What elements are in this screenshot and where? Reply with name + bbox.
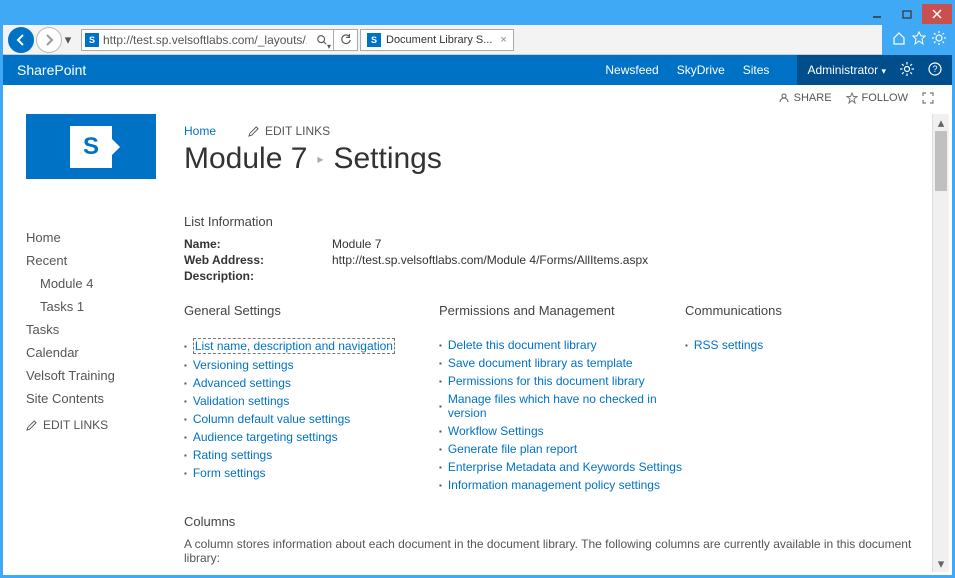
home-icon[interactable] <box>892 31 906 48</box>
link-rating[interactable]: Rating settings <box>193 448 272 462</box>
link-rss-settings[interactable]: RSS settings <box>694 338 763 352</box>
refresh-button[interactable] <box>334 29 358 51</box>
settings-gear-icon[interactable] <box>900 62 914 79</box>
name-label: Name: <box>184 237 332 251</box>
minimize-button[interactable] <box>862 4 892 24</box>
browser-toolbar: ▾ S ▾ S Document Library S... × <box>3 25 952 55</box>
link-file-plan[interactable]: Generate file plan report <box>448 442 577 456</box>
name-value: Module 7 <box>332 237 381 251</box>
link-validation[interactable]: Validation settings <box>193 394 290 408</box>
general-settings-heading: General Settings <box>184 303 439 318</box>
maximize-button[interactable] <box>892 4 922 24</box>
chevron-right-icon: ▸ <box>317 152 323 166</box>
site-logo[interactable]: S <box>26 114 156 179</box>
user-menu[interactable]: Administrator ▾ <box>807 63 886 77</box>
link-versioning[interactable]: Versioning settings <box>193 358 294 372</box>
brand-label: SharePoint <box>17 62 86 78</box>
title-settings: Settings <box>333 142 441 176</box>
leftnav-edit-links[interactable]: EDIT LINKS <box>26 418 174 432</box>
link-advanced[interactable]: Advanced settings <box>193 376 291 390</box>
window-titlebar <box>3 3 952 25</box>
leftnav-tasks[interactable]: Tasks <box>26 318 174 341</box>
sharepoint-favicon-icon: S <box>85 33 99 47</box>
pencil-icon <box>26 420 37 431</box>
leftnav-site-contents[interactable]: Site Contents <box>26 387 174 410</box>
leftnav-tasks1[interactable]: Tasks 1 <box>26 295 174 318</box>
link-list-name-desc-nav[interactable]: List name, description and navigation <box>193 338 395 354</box>
columns-section: Columns A column stores information abou… <box>184 514 922 572</box>
leftnav-velsoft-training[interactable]: Velsoft Training <box>26 364 174 387</box>
content-area: S Home EDIT LINKS Module 7 ▸ Settings <box>6 114 949 572</box>
window-frame: ▾ S ▾ S Document Library S... × SharePoi… <box>0 0 955 578</box>
topnav-home[interactable]: Home <box>184 124 216 138</box>
link-save-template[interactable]: Save document library as template <box>448 356 633 370</box>
link-permissions[interactable]: Permissions for this document library <box>448 374 645 388</box>
link-audience-targeting[interactable]: Audience targeting settings <box>193 430 338 444</box>
page-title: Module 7 ▸ Settings <box>184 142 949 176</box>
sharepoint-logo-icon: S <box>70 126 112 168</box>
leftnav-module4[interactable]: Module 4 <box>26 272 174 295</box>
back-button[interactable] <box>8 27 34 53</box>
left-nav: Home Recent Module 4 Tasks 1 Tasks Calen… <box>6 214 184 572</box>
list-info-heading: List Information <box>184 214 922 229</box>
perms-mgmt-heading: Permissions and Management <box>439 303 685 318</box>
description-label: Description: <box>184 269 332 283</box>
columns-desc: A column stores information about each d… <box>184 537 922 565</box>
browser-tab[interactable]: S Document Library S... × <box>360 29 514 51</box>
link-manage-no-checkedin[interactable]: Manage files which have no checked in ve… <box>448 392 685 420</box>
link-enterprise-metadata[interactable]: Enterprise Metadata and Keywords Setting… <box>448 460 682 474</box>
leftnav-home[interactable]: Home <box>26 226 174 249</box>
svg-text:?: ? <box>932 64 937 74</box>
settings-grid: General Settings List name, description … <box>184 303 922 496</box>
link-info-policy[interactable]: Information management policy settings <box>448 478 660 492</box>
suite-bar: SharePoint Newsfeed SkyDrive Sites Admin… <box>3 55 952 85</box>
webaddress-value: http://test.sp.velsoftlabs.com/Module 4/… <box>332 253 648 267</box>
main-panel: List Information Name:Module 7 Web Addre… <box>184 214 932 572</box>
scroll-up-icon[interactable]: ▴ <box>933 114 949 131</box>
leftnav-calendar[interactable]: Calendar <box>26 341 174 364</box>
sites-link[interactable]: Sites <box>743 63 770 77</box>
link-column-defaults[interactable]: Column default value settings <box>193 412 350 426</box>
webaddress-label: Web Address: <box>184 253 332 267</box>
ribbon-row: SHARE FOLLOW <box>3 85 952 111</box>
share-button[interactable]: SHARE <box>778 92 832 104</box>
scroll-down-icon[interactable]: ▾ <box>933 555 949 572</box>
pencil-icon <box>248 126 259 137</box>
columns-heading: Columns <box>184 514 922 529</box>
favorites-icon[interactable] <box>912 31 926 48</box>
tools-icon[interactable] <box>932 31 946 48</box>
help-icon[interactable]: ? <box>928 62 942 79</box>
breadcrumb-module[interactable]: Module 7 <box>184 142 307 176</box>
scroll-thumb[interactable] <box>935 131 947 191</box>
address-bar[interactable]: S <box>81 29 311 51</box>
link-workflow[interactable]: Workflow Settings <box>448 424 544 438</box>
forward-button[interactable] <box>36 27 62 53</box>
nav-history-dropdown[interactable]: ▾ <box>63 32 73 48</box>
skydrive-link[interactable]: SkyDrive <box>677 63 725 77</box>
leftnav-recent[interactable]: Recent <box>26 249 174 272</box>
sharepoint-favicon-icon: S <box>367 33 381 47</box>
vertical-scrollbar[interactable]: ▴ ▾ <box>932 114 949 572</box>
search-button[interactable]: ▾ <box>310 29 334 51</box>
url-input[interactable] <box>103 33 307 47</box>
topnav-edit-links[interactable]: EDIT LINKS <box>248 124 330 138</box>
communications-heading: Communications <box>685 303 782 318</box>
newsfeed-link[interactable]: Newsfeed <box>605 63 658 77</box>
page-header: S Home EDIT LINKS Module 7 ▸ Settings <box>6 114 949 214</box>
tab-title: Document Library S... <box>386 34 492 46</box>
tab-close-button[interactable]: × <box>500 34 506 46</box>
close-button[interactable] <box>922 4 952 24</box>
link-form-settings[interactable]: Form settings <box>193 466 266 480</box>
link-delete-library[interactable]: Delete this document library <box>448 338 597 352</box>
follow-button[interactable]: FOLLOW <box>846 92 908 104</box>
top-nav: Home EDIT LINKS <box>184 124 949 138</box>
focus-button[interactable] <box>922 92 934 104</box>
